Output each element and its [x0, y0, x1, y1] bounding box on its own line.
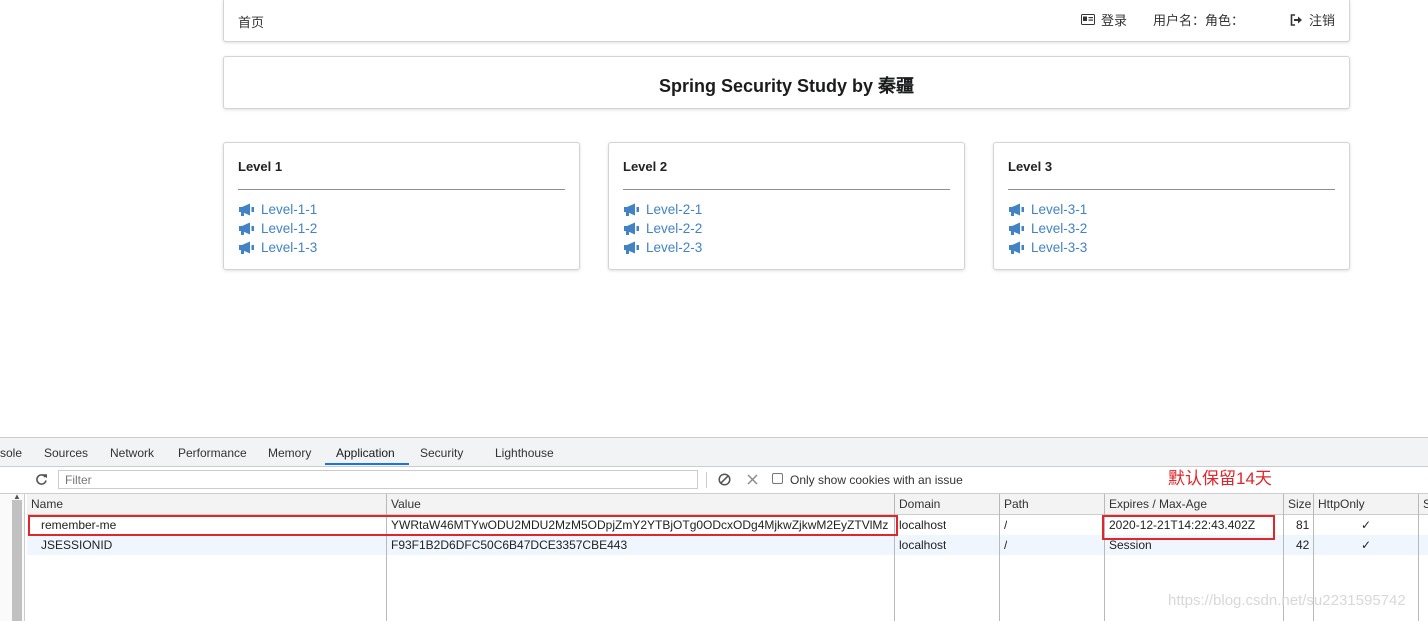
cookie-name: JSESSIONID — [41, 538, 113, 552]
tab-performance[interactable]: Performance — [178, 446, 247, 460]
column-divider — [894, 494, 895, 621]
cookie-size: 81 — [1296, 518, 1310, 532]
login-button[interactable]: 登录 — [1080, 10, 1127, 29]
level-link[interactable]: Level-2-2 — [623, 219, 702, 238]
logout-button[interactable]: 注销 — [1290, 10, 1335, 29]
cookie-value: F93F1B2D6DFC50C6B47DCE3357CBE443 — [391, 538, 628, 552]
level-link[interactable]: Level-2-3 — [623, 238, 702, 257]
tab-memory[interactable]: Memory — [268, 446, 311, 460]
column-divider — [999, 494, 1000, 621]
bullhorn-icon — [624, 222, 639, 235]
level-title: Level 1 — [238, 159, 283, 174]
menu-right: 登录 用户名：角色： 注销 — [1055, 10, 1335, 29]
bullhorn-icon — [624, 241, 639, 254]
col-path[interactable]: Path — [1004, 494, 1029, 514]
col-domain[interactable]: Domain — [899, 494, 940, 514]
login-label: 登录 — [1100, 13, 1127, 28]
divider — [623, 189, 950, 190]
bullhorn-icon — [239, 203, 254, 216]
col-secure[interactable]: S — [1423, 494, 1428, 514]
cookie-path: / — [1004, 538, 1008, 552]
tab-sources[interactable]: Sources — [44, 446, 88, 460]
cookies-toolbar: Only show cookies with an issue 默认保留14天 — [0, 467, 1428, 494]
cookie-httponly: ✓ — [1361, 538, 1372, 552]
annotation-text: 默认保留14天 — [1168, 469, 1272, 488]
cookie-httponly: ✓ — [1361, 518, 1372, 532]
tab-lighthouse[interactable]: Lighthouse — [495, 446, 554, 460]
level-1-card: Level 1 Level-1-1 Level-1-2 Level-1-3 — [223, 142, 580, 270]
level-link[interactable]: Level-3-1 — [1008, 200, 1087, 219]
level-link[interactable]: Level-2-1 — [623, 200, 702, 219]
tab-network[interactable]: Network — [110, 446, 154, 460]
watermark-text: https://blog.csdn.net/su2231595742 — [1168, 592, 1406, 609]
col-expires[interactable]: Expires / Max-Age — [1109, 494, 1207, 514]
cookie-domain: localhost — [899, 518, 947, 532]
level-link[interactable]: Level-3-2 — [1008, 219, 1087, 238]
column-divider — [386, 494, 387, 621]
top-menu: 首页 登录 用户名：角色： 注销 — [223, 0, 1350, 42]
cookie-size: 42 — [1296, 538, 1310, 552]
active-tab-indicator — [325, 463, 409, 465]
sign-out-icon — [1290, 13, 1302, 26]
level-title: Level 2 — [623, 159, 668, 174]
tab-console[interactable]: sole — [0, 446, 22, 460]
logout-label: 注销 — [1308, 13, 1335, 28]
page-title: Spring Security Study by 秦疆 — [658, 76, 915, 96]
cookie-domain: localhost — [899, 538, 947, 552]
level-link[interactable]: Level-1-3 — [238, 238, 317, 257]
col-name[interactable]: Name — [31, 494, 63, 514]
highlight-expires-box — [1102, 515, 1275, 540]
refresh-icon[interactable] — [35, 473, 48, 486]
bullhorn-icon — [239, 241, 254, 254]
filter-input[interactable] — [58, 470, 698, 489]
level-3-card: Level 3 Level-3-1 Level-3-2 Level-3-3 — [993, 142, 1350, 270]
highlight-remember-me-box — [28, 515, 898, 536]
column-divider — [1104, 494, 1105, 621]
only-issue-checkbox[interactable] — [772, 473, 783, 484]
level-link[interactable]: Level-1-2 — [238, 219, 317, 238]
cookie-path: / — [1004, 518, 1008, 532]
delete-selected-icon[interactable] — [747, 474, 758, 485]
id-card-icon — [1080, 14, 1095, 25]
table-header: Name Value Domain Path Expires / Max-Age… — [27, 494, 1428, 515]
home-link[interactable]: 首页 — [238, 12, 264, 31]
hero-segment: Spring Security Study by 秦疆 — [223, 56, 1350, 109]
only-issue-label: Only show cookies with an issue — [790, 473, 963, 487]
bullhorn-icon — [624, 203, 639, 216]
col-httponly[interactable]: HttpOnly — [1318, 494, 1365, 514]
sidebar-scrollbar[interactable]: ▲ — [0, 492, 25, 621]
level-2-card: Level 2 Level-2-1 Level-2-2 Level-2-3 — [608, 142, 965, 270]
col-value[interactable]: Value — [391, 494, 421, 514]
bullhorn-icon — [1009, 222, 1024, 235]
level-link[interactable]: Level-1-1 — [238, 200, 317, 219]
tab-security[interactable]: Security — [420, 446, 463, 460]
devtools-tab-bar: sole Sources Network Performance Memory … — [0, 438, 1428, 467]
bullhorn-icon — [239, 222, 254, 235]
divider — [1008, 189, 1335, 190]
toolbar-separator — [706, 472, 707, 488]
user-role-label: 用户名：角色： — [1152, 13, 1244, 28]
bullhorn-icon — [1009, 203, 1024, 216]
column-divider — [1418, 494, 1419, 621]
user-role-text: 用户名：角色： — [1153, 10, 1244, 29]
level-link[interactable]: Level-3-3 — [1008, 238, 1087, 257]
col-size[interactable]: Size — [1288, 494, 1311, 514]
level-title: Level 3 — [1008, 159, 1053, 174]
bullhorn-icon — [1009, 241, 1024, 254]
scrollbar-thumb[interactable] — [12, 500, 22, 621]
clear-all-icon[interactable] — [718, 473, 731, 486]
divider — [238, 189, 565, 190]
tab-application[interactable]: Application — [336, 446, 395, 460]
